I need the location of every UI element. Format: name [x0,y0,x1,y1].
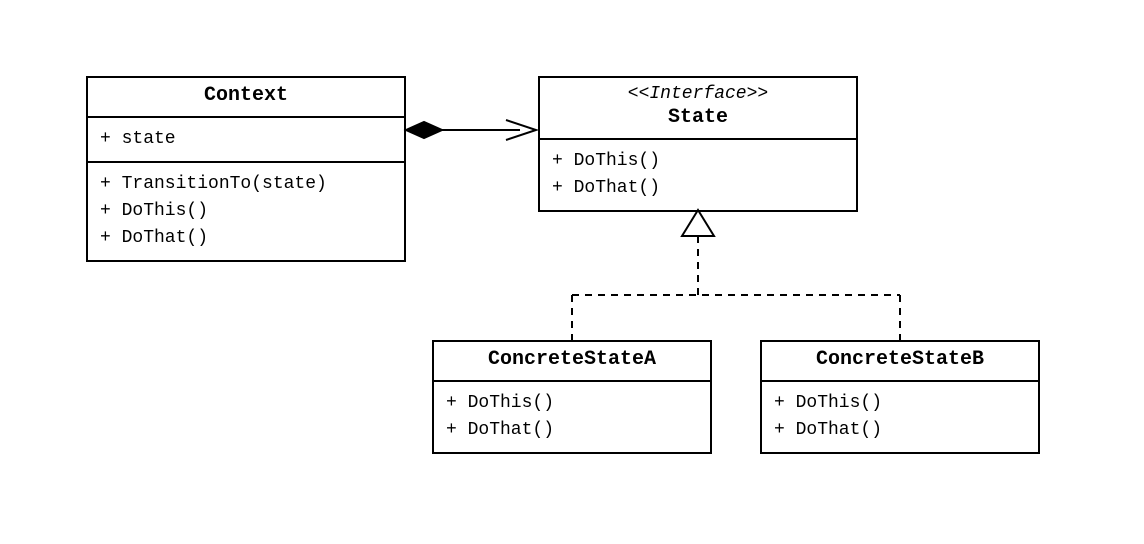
class-box-context: Context + state + TransitionTo(state) + … [86,76,406,262]
class-box-concrete-b: ConcreteStateB + DoThis() + DoThat() [760,340,1040,454]
stereotype-state: <<Interface>> [548,84,848,106]
operations-context: + TransitionTo(state) + DoThis() + DoTha… [88,161,404,260]
class-box-state: <<Interface>> State + DoThis() + DoThat(… [538,76,858,212]
class-name-concrete-b: ConcreteStateB [770,348,1030,372]
relation-context-state [406,120,536,140]
class-name-state: State [548,106,848,130]
uml-diagram: Context + state + TransitionTo(state) + … [0,0,1144,544]
relation-realization-triangle [572,210,900,340]
operations-concrete-a: + DoThis() + DoThat() [434,382,710,452]
class-box-concrete-a: ConcreteStateA + DoThis() + DoThat() [432,340,712,454]
class-name-context: Context [96,84,396,108]
attributes-context: + state [88,118,404,161]
class-name-concrete-a: ConcreteStateA [442,348,702,372]
operations-concrete-b: + DoThis() + DoThat() [762,382,1038,452]
operations-state: + DoThis() + DoThat() [540,140,856,210]
